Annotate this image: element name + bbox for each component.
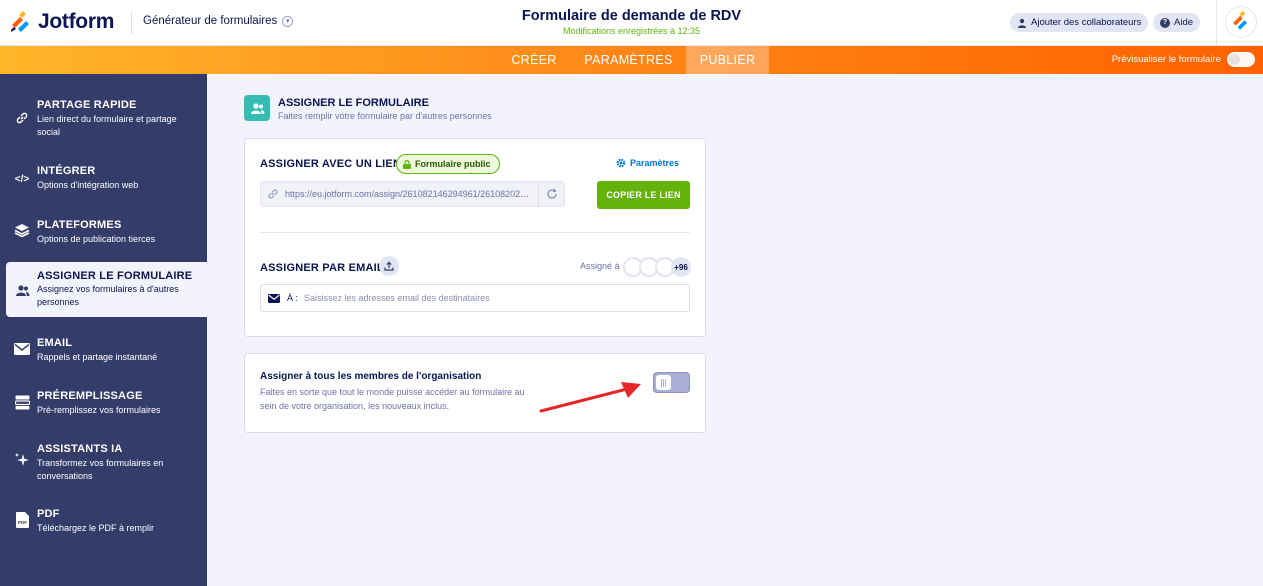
assign-link-title: ASSIGNER AVEC UN LIEN — [260, 158, 402, 170]
copy-link-button[interactable]: COPIER LE LIEN — [597, 181, 690, 209]
to-label: À : — [287, 293, 299, 303]
sidebar-item-title: EMAIL — [37, 337, 73, 349]
svg-text:PDF: PDF — [18, 520, 27, 525]
envelope-icon — [261, 293, 287, 303]
prefill-icon — [14, 394, 30, 410]
sidebar-item-subtitle: Assignez vos formulaires à d'autres pers… — [37, 284, 179, 307]
link-icon — [261, 188, 285, 200]
header-divider-right — [1216, 0, 1217, 46]
sidebar-item-assigner[interactable]: ASSIGNER LE FORMULAIRE Assignez vos form… — [6, 262, 207, 317]
sidebar-item-subtitle: Options d'intégration web — [37, 180, 139, 190]
org-assign-title: Assigner à tous les membres de l'organis… — [260, 371, 482, 382]
code-icon: </> — [14, 173, 30, 185]
sidebar-item-title: PDF — [37, 508, 60, 520]
page-subtitle: Faites remplir votre formulaire par d'au… — [278, 111, 492, 121]
users-icon — [14, 282, 30, 298]
sidebar-item-subtitle: Lien direct du formulaire et partage soc… — [37, 114, 177, 137]
preview-form-label: Prévisualiser le formulaire — [1111, 54, 1221, 65]
upload-icon — [384, 261, 394, 271]
envelope-icon — [14, 341, 30, 357]
sidebar-item-subtitle: Options de publication tierces — [37, 234, 156, 244]
section-divider — [260, 232, 690, 233]
preview-form-toggle[interactable]: Prévisualiser le formulaire — [1112, 52, 1255, 67]
sidebar-item-assistants-ia[interactable]: ASSISTANTS IA Transformez vos formulaire… — [0, 442, 207, 486]
assign-email-title: ASSIGNER PAR EMAIL — [260, 262, 384, 274]
sidebar-item-subtitle: Rappels et partage instantané — [37, 352, 158, 362]
public-form-badge[interactable]: Formulaire public — [396, 154, 500, 174]
refresh-icon — [546, 188, 557, 199]
gear-icon — [616, 158, 626, 168]
assign-card: ASSIGNER AVEC UN LIEN Formulaire public … — [244, 138, 706, 337]
sidebar-item-title: ASSIGNER LE FORMULAIRE — [37, 270, 193, 282]
sidebar-item-title: PLATEFORMES — [37, 219, 122, 231]
page-title: ASSIGNER LE FORMULAIRE — [278, 97, 429, 109]
sparkle-icon — [14, 452, 30, 468]
pdf-icon: PDF — [14, 512, 30, 528]
top-header: Jotform Générateur de formulaires ▾ Form… — [0, 0, 1263, 46]
assigned-to-label: Assigné à — [580, 261, 620, 271]
preview-switch[interactable] — [1227, 52, 1255, 67]
sidebar-item-partage-rapide[interactable]: PARTAGE RAPIDE Lien direct du formulaire… — [0, 96, 207, 140]
sidebar-item-integrer[interactable]: </> INTÉGRER Options d'intégration web — [0, 162, 207, 196]
user-avatar[interactable] — [1226, 7, 1256, 37]
add-collaborators-button[interactable]: Ajouter des collaborateurs — [1010, 13, 1149, 32]
tab-creer[interactable]: CRÉER — [500, 46, 568, 74]
tab-parametres[interactable]: PARAMÈTRES — [577, 46, 680, 74]
assign-link-field[interactable]: https://eu.jotform.com/assign/2610821462… — [260, 181, 565, 207]
assign-form-icon — [244, 95, 270, 121]
tab-publier[interactable]: PUBLIER — [686, 46, 769, 74]
help-icon: ? — [1160, 17, 1170, 28]
public-form-badge-label: Formulaire public — [415, 159, 491, 169]
user-icon — [1018, 18, 1026, 28]
help-button[interactable]: ? Aide — [1153, 13, 1201, 32]
org-assign-description: Faites en sorte que tout le monde puisse… — [260, 387, 525, 411]
annotation-arrow-icon — [539, 382, 641, 413]
upload-recipients-button[interactable] — [379, 256, 399, 276]
assign-link-url: https://eu.jotform.com/assign/2610821462… — [285, 189, 538, 199]
link-settings-button[interactable]: Paramètres — [616, 158, 679, 168]
toggle-knob — [656, 375, 671, 390]
avatar-logo-icon — [1228, 9, 1251, 32]
sidebar-item-title: PARTAGE RAPIDE — [37, 99, 137, 111]
sidebar-item-preremplissage[interactable]: PRÉREMPLISSAGE Pré-remplissez vos formul… — [0, 389, 207, 423]
assignee-count-badge: +96 — [671, 257, 691, 277]
sidebar-item-title: ASSISTANTS IA — [37, 443, 123, 455]
link-settings-label: Paramètres — [629, 158, 679, 168]
lock-icon — [403, 159, 411, 169]
sidebar-item-subtitle: Téléchargez le PDF à remplir — [37, 523, 155, 533]
sidebar-item-plateformes[interactable]: PLATEFORMES Options de publication tierc… — [0, 216, 207, 250]
sidebar-item-email[interactable]: EMAIL Rappels et partage instantané — [0, 336, 207, 370]
email-placeholder: Saisissez les adresses email des destina… — [304, 293, 490, 303]
help-label: Aide — [1174, 17, 1194, 28]
recipient-email-input[interactable]: À : Saisissez les adresses email des des… — [260, 284, 690, 312]
assignee-avatars[interactable]: +96 — [623, 257, 691, 277]
layers-icon — [14, 222, 30, 238]
publish-sidebar: PARTAGE RAPIDE Lien direct du formulaire… — [0, 74, 207, 586]
main-nav-bar: CRÉER PARAMÈTRES PUBLIER Prévisualiser l… — [0, 46, 1263, 74]
sidebar-item-pdf[interactable]: PDF PDF Téléchargez le PDF à remplir — [0, 507, 207, 541]
sidebar-item-subtitle: Transformez vos formulaires en conversat… — [37, 458, 164, 481]
sidebar-item-subtitle: Pré-remplissez vos formulaires — [37, 405, 161, 415]
org-assign-toggle[interactable] — [653, 372, 690, 393]
refresh-link-button[interactable] — [538, 182, 564, 206]
link-icon — [14, 110, 30, 126]
sidebar-item-title: PRÉREMPLISSAGE — [37, 390, 143, 402]
add-collaborators-label: Ajouter des collaborateurs — [1031, 17, 1142, 28]
sidebar-item-title: INTÉGRER — [37, 165, 96, 177]
